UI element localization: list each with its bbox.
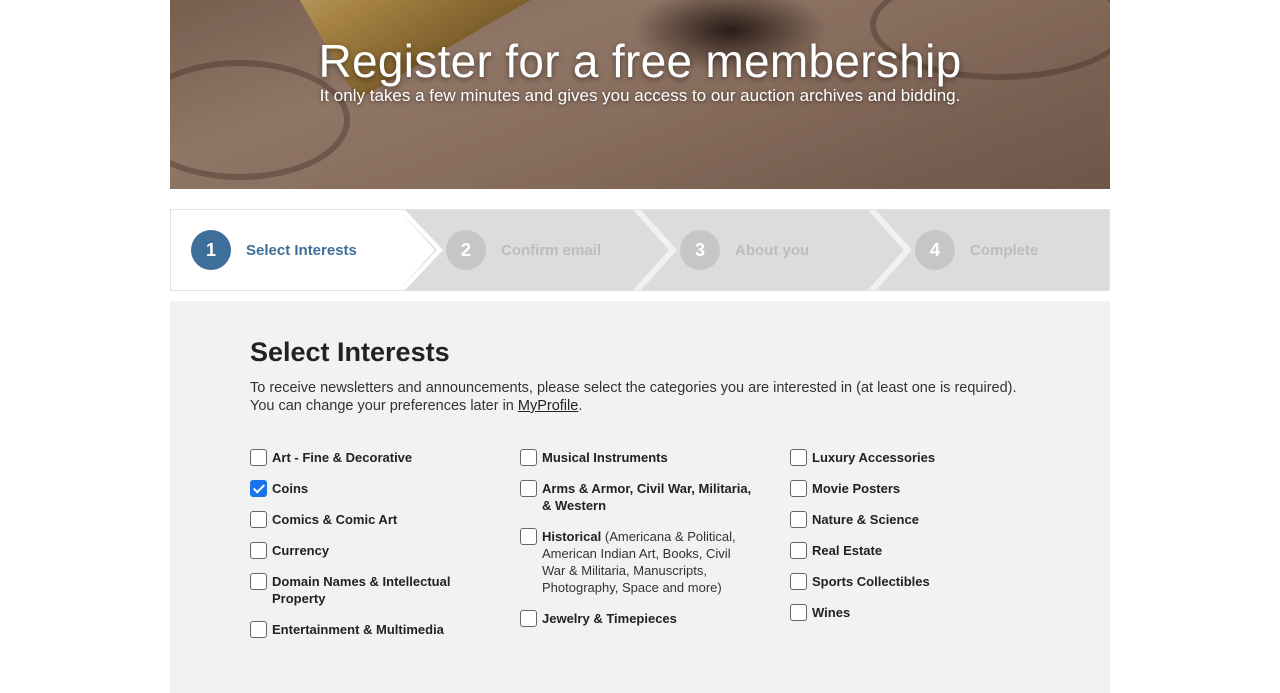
interest-item[interactable]: Musical Instruments (520, 449, 760, 466)
step-number: 4 (915, 230, 955, 270)
step-label: Select Interests (246, 241, 357, 259)
checkbox[interactable] (790, 449, 807, 466)
step-label: About you (735, 241, 810, 259)
checkbox[interactable] (250, 621, 267, 638)
checkbox[interactable] (520, 480, 537, 497)
interest-label: Comics & Comic Art (272, 512, 398, 527)
interest-item[interactable]: Wines (790, 604, 1040, 621)
checkbox-checked[interactable] (250, 480, 267, 497)
interest-item[interactable]: Entertainment & Multimedia (250, 621, 500, 638)
interest-item[interactable]: Real Estate (790, 542, 1040, 559)
checkbox[interactable] (250, 511, 267, 528)
interest-item[interactable]: Movie Posters (790, 480, 1040, 497)
checkbox[interactable] (250, 449, 267, 466)
interest-item[interactable]: Jewelry & Timepieces (520, 610, 760, 627)
hero-banner: Register for a free membership It only t… (170, 0, 1110, 189)
interest-label: Historical (542, 529, 602, 544)
interest-label: Sports Collectibles (812, 574, 930, 589)
step-select-interests: 1 Select Interests (191, 210, 357, 290)
interest-item[interactable]: Domain Names & Intellectual Property (250, 573, 470, 607)
interest-item[interactable]: Comics & Comic Art (250, 511, 500, 528)
interest-label: Real Estate (812, 543, 883, 558)
page-subtitle: It only takes a few minutes and gives yo… (319, 86, 961, 105)
checkbox[interactable] (250, 573, 267, 590)
checkbox[interactable] (250, 542, 267, 559)
interest-item[interactable]: Coins (250, 480, 500, 497)
interests-panel: Select Interests To receive newsletters … (170, 301, 1110, 693)
checkbox[interactable] (520, 528, 537, 545)
interests-column-3: Luxury Accessories Movie Posters Nature … (790, 449, 1040, 635)
checkbox[interactable] (790, 573, 807, 590)
intro-body: To receive newsletters and announcements… (250, 380, 1017, 414)
intro-text: To receive newsletters and announcements… (250, 379, 1040, 415)
checkbox[interactable] (520, 449, 537, 466)
interest-label: Nature & Science (812, 512, 919, 527)
page-title: Register for a free membership (318, 35, 962, 87)
intro-end: . (578, 398, 583, 414)
interest-item[interactable]: Luxury Accessories (790, 449, 1040, 466)
interest-label: Arms & Armor, Civil War, Militaria, & We… (542, 481, 752, 513)
interest-label: Art - Fine & Decorative (272, 450, 413, 465)
checkbox[interactable] (790, 604, 807, 621)
section-title: Select Interests (250, 337, 450, 367)
interest-label: Entertainment & Multimedia (272, 622, 444, 637)
step-complete: 4 Complete (915, 210, 1038, 290)
interest-label: Movie Posters (812, 481, 901, 496)
interest-item[interactable]: Art - Fine & Decorative (250, 449, 500, 466)
checkbox[interactable] (520, 610, 537, 627)
interest-label: Coins (272, 481, 309, 496)
interests-column-1: Art - Fine & Decorative Coins Comics & C… (250, 449, 500, 652)
step-number: 1 (191, 230, 231, 270)
interest-item[interactable]: Currency (250, 542, 500, 559)
step-separator-icon (633, 210, 677, 290)
interest-label: Musical Instruments (542, 450, 668, 465)
myprofile-link[interactable]: MyProfile (518, 398, 578, 414)
interest-item[interactable]: Sports Collectibles (790, 573, 1040, 590)
step-separator-icon (868, 210, 912, 290)
checkbox[interactable] (790, 480, 807, 497)
interest-label: Jewelry & Timepieces (542, 611, 677, 626)
registration-steps: 1 Select Interests 2 Confirm email 3 Abo… (170, 209, 1110, 291)
interest-label: Wines (812, 605, 851, 620)
interest-item[interactable]: Historical (Americana & Political, Ameri… (520, 528, 745, 596)
step-separator-icon (399, 210, 443, 290)
interest-label: Currency (272, 543, 330, 558)
interest-item[interactable]: Nature & Science (790, 511, 1040, 528)
step-label: Complete (970, 241, 1039, 259)
step-confirm-email: 2 Confirm email (446, 210, 601, 290)
interests-column-2: Musical Instruments Arms & Armor, Civil … (520, 449, 760, 641)
checkbox[interactable] (790, 542, 807, 559)
step-about-you: 3 About you (680, 210, 809, 290)
step-label: Confirm email (501, 241, 602, 259)
interest-label: Domain Names & Intellectual Property (272, 574, 451, 606)
checkbox[interactable] (790, 511, 807, 528)
interest-label: Luxury Accessories (812, 450, 936, 465)
interest-item[interactable]: Arms & Armor, Civil War, Militaria, & We… (520, 480, 760, 514)
step-number: 2 (446, 230, 486, 270)
step-number: 3 (680, 230, 720, 270)
